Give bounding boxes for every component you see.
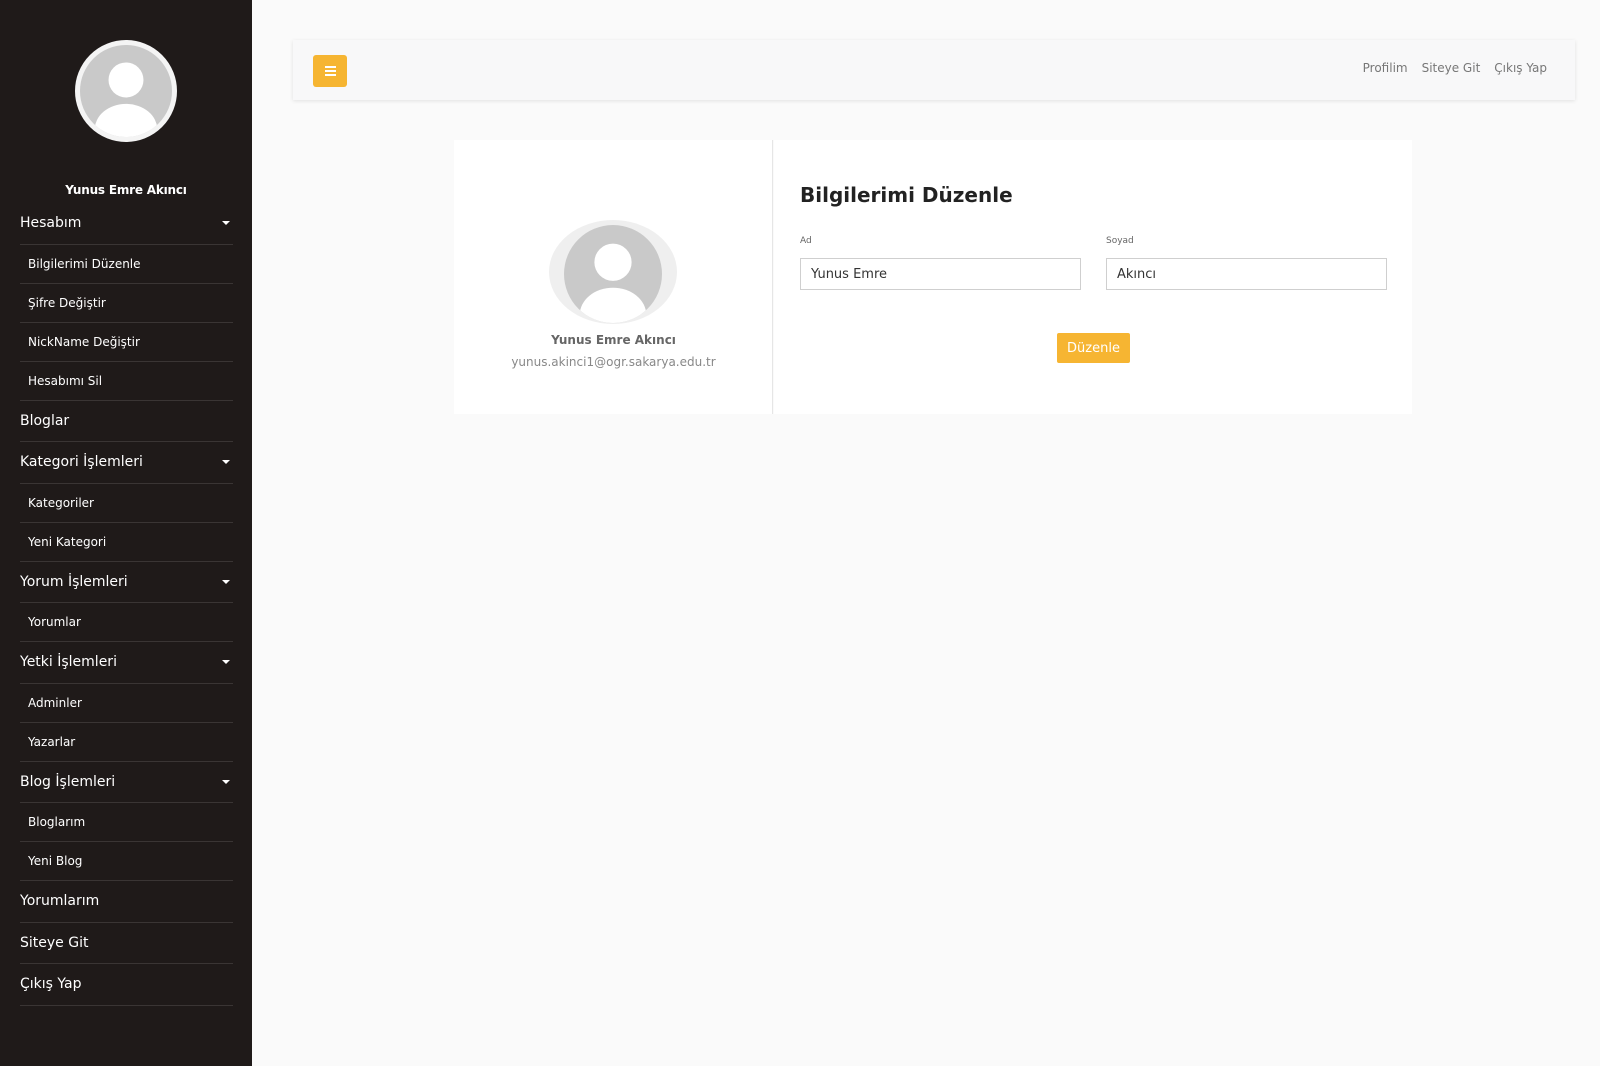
go-to-site-link[interactable]: Siteye Git — [1422, 61, 1481, 75]
first-name-label: Ad — [800, 236, 812, 246]
profile-card: Yunus Emre Akıncı yunus.akinci1@ogr.saka… — [454, 140, 773, 414]
sidebar-item-adminler[interactable]: Adminler — [20, 684, 233, 723]
edit-submit-button[interactable]: Düzenle — [1057, 333, 1130, 363]
sidebar-item-label: Blog İşlemleri — [20, 773, 116, 790]
sidebar-item-label: Yazarlar — [28, 734, 76, 749]
sidebar-item-bloglar[interactable]: Bloglar — [20, 401, 233, 442]
user-avatar-icon — [80, 45, 172, 137]
sidebar-item-label: Yeni Kategori — [28, 534, 107, 549]
last-name-field[interactable] — [1106, 258, 1387, 290]
profile-name: Yunus Emre Akıncı — [551, 333, 676, 347]
profile-email: yunus.akinci1@ogr.sakarya.edu.tr — [511, 355, 716, 369]
sidebar-menu: Hesabım Bilgilerimi Düzenle Şifre Değiştir… — [20, 203, 233, 1006]
sidebar-item-nickname-değiştir[interactable]: NickName Değiştir — [20, 323, 233, 362]
sidebar-item-label: Şifre Değiştir — [28, 295, 106, 310]
top-navbar: Profilim Siteye Git Çıkış Yap — [293, 40, 1575, 100]
caret-down-icon — [222, 221, 230, 226]
sidebar-item-bilgilerimi-düzenle[interactable]: Bilgilerimi Düzenle — [20, 245, 233, 284]
sidebar-item-label: Çıkış Yap — [20, 976, 82, 993]
sidebar: Yunus Emre Akıncı Hesabım Bilgilerimi Düz… — [0, 0, 252, 1066]
sidebar-item-hesabımı-sil[interactable]: Hesabımı Sil — [20, 362, 233, 401]
sidebar-item-yetki-i̇şlemleri[interactable]: Yetki İşlemleri — [20, 642, 233, 684]
top-links: Profilim Siteye Git Çıkış Yap — [1363, 61, 1547, 75]
sidebar-item-label: Kategoriler — [28, 495, 94, 510]
caret-down-icon — [222, 579, 230, 584]
menu-toggle-button[interactable] — [313, 55, 347, 87]
sidebar-item-label: Hesabım — [20, 215, 82, 232]
sidebar-item-label: Hesabımı Sil — [28, 373, 103, 388]
sidebar-item-yazarlar[interactable]: Yazarlar — [20, 723, 233, 762]
sidebar-item-label: Yorumlar — [28, 615, 81, 629]
user-avatar-icon — [564, 225, 662, 323]
hamburger-icon — [324, 66, 336, 68]
sidebar-item-çıkış-yap[interactable]: Çıkış Yap — [20, 964, 233, 1006]
sidebar-item-label: Yetki İşlemleri — [20, 654, 117, 671]
profile-avatar — [549, 220, 677, 324]
sidebar-item-label: Adminler — [28, 695, 82, 710]
sidebar-avatar — [75, 40, 177, 142]
sidebar-item-kategoriler[interactable]: Kategoriler — [20, 484, 233, 523]
sidebar-item-yorumlarım[interactable]: Yorumlarım — [20, 881, 233, 923]
sidebar-item-label: Yorumlarım — [20, 893, 100, 910]
sidebar-item-label: Yorum İşlemleri — [20, 573, 128, 590]
caret-down-icon — [222, 779, 230, 784]
sidebar-item-blog-i̇şlemleri[interactable]: Blog İşlemleri — [20, 762, 233, 803]
sidebar-user-name: Yunus Emre Akıncı — [65, 183, 187, 197]
caret-down-icon — [222, 460, 230, 465]
profile-link[interactable]: Profilim — [1363, 61, 1408, 75]
sidebar-item-label: Bloglarım — [28, 815, 86, 829]
sidebar-item-şifre-değiştir[interactable]: Şifre Değiştir — [20, 284, 233, 323]
sidebar-item-label: Bilgilerimi Düzenle — [28, 256, 141, 271]
sidebar-item-siteye-git[interactable]: Siteye Git — [20, 923, 233, 964]
sidebar-item-yorum-i̇şlemleri[interactable]: Yorum İşlemleri — [20, 562, 233, 603]
edit-info-form: Bilgilerimi Düzenle Ad Soyad Düzenle — [774, 140, 1412, 414]
sidebar-item-kategori-i̇şlemleri[interactable]: Kategori İşlemleri — [20, 442, 233, 484]
sidebar-item-yeni-blog[interactable]: Yeni Blog — [20, 842, 233, 881]
sidebar-item-label: NickName Değiştir — [28, 334, 140, 349]
form-title: Bilgilerimi Düzenle — [800, 183, 1013, 207]
logout-link[interactable]: Çıkış Yap — [1494, 61, 1547, 75]
sidebar-item-label: Bloglar — [20, 412, 70, 429]
sidebar-item-label: Kategori İşlemleri — [20, 454, 143, 471]
last-name-label: Soyad — [1106, 236, 1134, 246]
sidebar-item-label: Yeni Blog — [28, 854, 83, 868]
sidebar-item-bloglarım[interactable]: Bloglarım — [20, 803, 233, 842]
caret-down-icon — [222, 660, 230, 665]
first-name-field[interactable] — [800, 258, 1081, 290]
sidebar-item-hesabım[interactable]: Hesabım — [20, 203, 233, 245]
sidebar-item-label: Siteye Git — [20, 934, 89, 951]
sidebar-item-yorumlar[interactable]: Yorumlar — [20, 603, 233, 642]
sidebar-item-yeni-kategori[interactable]: Yeni Kategori — [20, 523, 233, 562]
